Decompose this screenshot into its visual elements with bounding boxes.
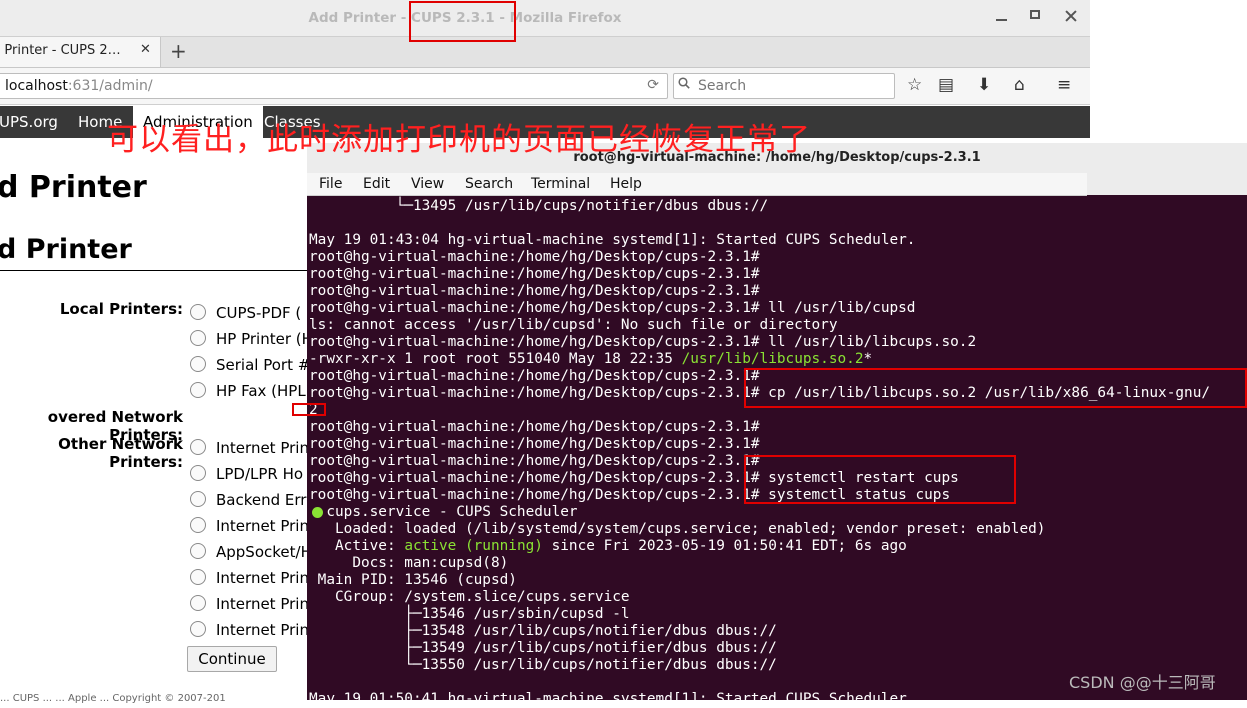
url-bar[interactable]: localhost:631/admin/ ⟳ [0,73,668,99]
radio-button[interactable] [190,543,206,559]
maximize-icon[interactable] [1024,6,1048,26]
terminal-line: ├─13546 /usr/sbin/cupsd -l [309,606,630,622]
local-printer-option[interactable]: HP Printer (H [190,330,313,348]
bookmark-star-icon[interactable]: ☆ [907,76,922,94]
radio-button[interactable] [190,465,206,481]
radio-button[interactable] [190,491,206,507]
network-printer-option[interactable]: AppSocket/H [190,543,312,561]
terminal-line: root@hg-virtual-machine:/home/hg/Desktop… [309,436,760,452]
network-printer-option[interactable]: Internet Print [190,517,315,535]
terminal-line: ├─13548 /usr/lib/cups/notifier/dbus dbus… [309,623,777,639]
search-icon [678,77,690,89]
watermark: CSDN @@十三阿哥 [1069,673,1216,692]
reload-icon[interactable]: ⟳ [647,77,659,93]
terminal-line: root@hg-virtual-machine:/home/hg/Desktop… [309,249,760,265]
terminal-line: Active: active (running) since Fri 2023-… [309,538,907,554]
nav-cups-org[interactable]: UPS.org [0,113,58,131]
active-state: active (running) [404,538,543,554]
tab-close-icon[interactable]: ✕ [140,42,151,57]
terminal-line: May 19 01:43:04 hg-virtual-machine syste… [309,232,916,248]
network-printer-option[interactable]: Internet Print [190,569,315,587]
menu-edit[interactable]: Edit [363,176,390,192]
new-tab-icon[interactable]: + [170,39,187,63]
terminal-line: root@hg-virtual-machine:/home/hg/Desktop… [309,334,977,350]
terminal-line: root@hg-virtual-machine:/home/hg/Desktop… [309,368,760,384]
terminal-line: Docs: man:cupsd(8) [309,555,509,571]
page-footer: ... CUPS ... ... Apple ... Copyright © 2… [0,693,226,704]
search-placeholder: Search [698,78,747,94]
terminal-output[interactable]: └─13495 /usr/lib/cups/notifier/dbus dbus… [307,196,1247,707]
close-icon[interactable] [1059,6,1083,26]
menu-search[interactable]: Search [465,176,513,192]
page-title: d Printer [0,170,147,205]
radio-button[interactable] [190,569,206,585]
terminal-line: CGroup: /system.slice/cups.service [309,589,630,605]
radio-button[interactable] [190,517,206,533]
menu-icon[interactable]: ≡ [1057,76,1071,94]
local-printer-option[interactable]: HP Fax (HPL [190,382,306,400]
network-printer-option[interactable]: Internet Print [190,439,315,457]
terminal-line: ├─13549 /usr/lib/cups/notifier/dbus dbus… [309,640,777,656]
libcups-path: /usr/lib/libcups.so.2 [681,351,864,367]
local-printer-option[interactable]: Serial Port # [190,356,310,374]
minimize-icon[interactable] [990,6,1014,26]
section-title: d Printer [0,234,132,265]
terminal-menubar: File Edit View Search Terminal Help [307,173,1087,196]
network-printer-option[interactable]: LPD/LPR Ho [190,465,303,483]
radio-button[interactable] [190,330,206,346]
highlight-box-version [409,1,516,42]
terminal-line: root@hg-virtual-machine:/home/hg/Desktop… [309,300,916,316]
download-icon[interactable]: ⬇ [977,76,991,94]
network-printer-option[interactable]: Internet Print [190,595,315,613]
menu-terminal[interactable]: Terminal [531,176,590,192]
menubar-filler [1087,173,1247,195]
radio-button[interactable] [190,621,206,637]
network-printer-option[interactable]: Backend Erro [190,491,315,509]
terminal-line: root@hg-virtual-machine:/home/hg/Desktop… [309,266,760,282]
local-printer-option[interactable]: CUPS-PDF ( [190,304,301,322]
reading-list-icon[interactable]: ▤ [938,76,954,94]
terminal-line: root@hg-virtual-machine:/home/hg/Desktop… [309,283,760,299]
radio-button[interactable] [190,439,206,455]
terminal-line: ls: cannot access '/usr/lib/cupsd': No s… [309,317,838,333]
url-host: localhost [5,78,68,94]
highlight-box-discovered [292,403,326,416]
menu-file[interactable]: File [319,176,342,192]
terminal-line: Main PID: 13546 (cupsd) [309,572,517,588]
terminal-line: -rwxr-xr-x 1 root root 551040 May 18 22:… [309,351,873,367]
url-path: :631/admin/ [67,78,153,94]
radio-button[interactable] [190,304,206,320]
home-icon[interactable]: ⌂ [1014,76,1025,94]
terminal-line: └─13495 /usr/lib/cups/notifier/dbus dbus… [309,198,769,214]
firefox-titlebar: Add Printer - CUPS 2.3.1 - Mozilla Firef… [0,0,1090,37]
radio-button[interactable] [190,382,206,398]
navigation-toolbar: localhost:631/admin/ ⟳ Search ☆ ▤ ⬇ ⌂ ≡ [0,68,1090,105]
terminal-line: Loaded: loaded (/lib/systemd/system/cups… [309,521,1046,537]
local-printers-label: Local Printers: [59,300,183,318]
highlight-box-cp-command [744,368,1247,408]
terminal-line: cups.service - CUPS Scheduler [309,504,578,520]
highlight-box-systemctl [744,455,1016,504]
terminal-line: └─13550 /usr/lib/cups/notifier/dbus dbus… [309,657,777,673]
search-input[interactable]: Search [673,73,895,99]
network-printer-option[interactable]: Internet Print [190,621,315,639]
tab-label: d Printer - CUPS 2… [0,43,121,58]
tab-add-printer[interactable]: d Printer - CUPS 2… ✕ [0,37,161,67]
radio-button[interactable] [190,356,206,372]
menu-help[interactable]: Help [610,176,642,192]
other-printers-label: Other Network Printers: [58,435,183,471]
radio-button[interactable] [190,595,206,611]
terminal-line: root@hg-virtual-machine:/home/hg/Desktop… [309,419,760,435]
continue-button[interactable]: Continue [187,646,277,672]
terminal-line: root@hg-virtual-machine:/home/hg/Desktop… [309,453,760,469]
tab-bar: d Printer - CUPS 2… ✕ + [0,37,1090,68]
menu-view[interactable]: View [411,176,444,192]
terminal-window: root@hg-virtual-machine: /home/hg/Deskto… [307,143,1247,707]
annotation-text: 可以看出，此时添加打印机的页面已经恢复正常了 [107,122,811,158]
section-divider [0,270,330,271]
